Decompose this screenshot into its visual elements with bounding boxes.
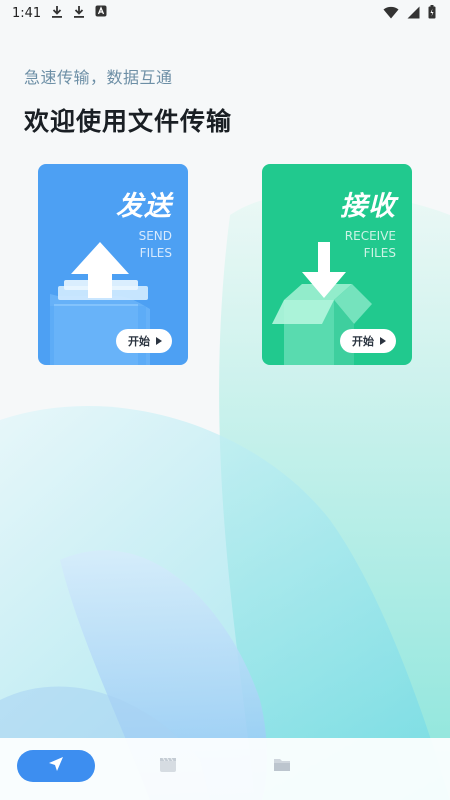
page-subtitle: 急速传输，数据互通 <box>24 68 173 87</box>
status-time: 1:41 <box>12 5 42 21</box>
nav-item-media[interactable] <box>152 750 184 782</box>
receive-card-en-line1: RECEIVE <box>344 229 396 243</box>
send-plane-icon <box>47 755 65 777</box>
clapperboard-icon <box>158 754 178 778</box>
send-card-subtitle: SEND FILES <box>139 228 172 262</box>
header: 急速传输，数据互通 欢迎使用文件传输 <box>24 64 232 138</box>
text-a-icon <box>95 5 107 21</box>
nav-item-transfer[interactable] <box>17 750 95 782</box>
send-card-title: 发送 <box>116 191 172 222</box>
play-triangle-icon <box>156 337 162 345</box>
download-icon <box>51 5 63 22</box>
play-triangle-icon <box>380 337 386 345</box>
status-bar: 1:41 <box>0 0 450 26</box>
receive-start-label: 开始 <box>352 335 374 348</box>
folder-icon <box>272 754 292 778</box>
page-title: 欢迎使用文件传输 <box>24 107 233 136</box>
receive-start-button[interactable]: 开始 <box>340 329 396 353</box>
receive-files-card[interactable]: 接收 RECEIVE FILES 开始 <box>262 164 412 365</box>
receive-card-subtitle: RECEIVE FILES <box>345 228 396 262</box>
nav-item-files[interactable] <box>266 750 298 782</box>
send-start-button[interactable]: 开始 <box>116 329 172 353</box>
battery-charging-icon <box>428 4 436 23</box>
download-icon <box>73 5 85 22</box>
signal-icon <box>407 4 420 23</box>
send-start-label: 开始 <box>128 335 150 348</box>
send-card-en-line2: FILES <box>139 246 172 260</box>
receive-card-title: 接收 <box>340 191 396 222</box>
wifi-icon <box>383 4 399 23</box>
send-card-en-line1: SEND <box>138 229 172 243</box>
send-files-card[interactable]: 发送 SEND FILES 开始 <box>38 164 188 365</box>
bottom-nav <box>0 738 450 800</box>
receive-card-en-line2: FILES <box>363 246 396 260</box>
